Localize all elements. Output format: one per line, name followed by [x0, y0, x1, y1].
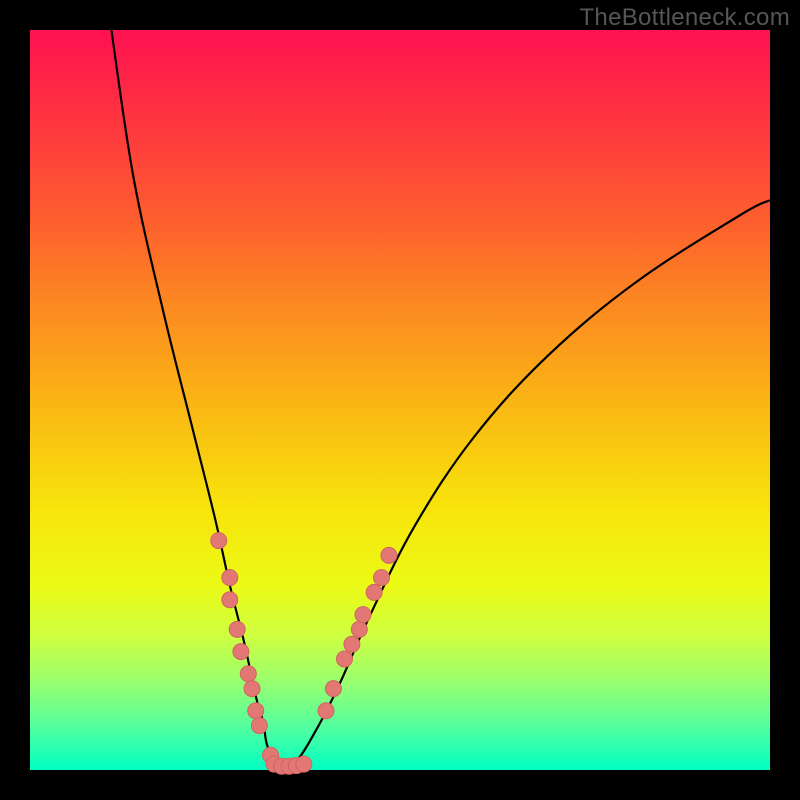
- chart-marker: [325, 681, 341, 697]
- chart-marker: [381, 547, 397, 563]
- chart-marker: [318, 703, 334, 719]
- curve-left: [111, 30, 281, 766]
- curve-right: [282, 200, 770, 766]
- chart-marker: [222, 592, 238, 608]
- chart-marker: [374, 570, 390, 586]
- chart-marker: [366, 584, 382, 600]
- chart-marker: [233, 644, 249, 660]
- chart-markers: [211, 533, 397, 775]
- chart-marker: [248, 703, 264, 719]
- chart-marker: [244, 681, 260, 697]
- watermark-text: TheBottleneck.com: [579, 4, 790, 32]
- plot-area: [30, 30, 770, 770]
- chart-marker: [222, 570, 238, 586]
- chart-marker: [240, 666, 256, 682]
- chart-marker: [229, 621, 245, 637]
- chart-marker: [351, 621, 367, 637]
- chart-marker: [344, 636, 360, 652]
- chart-marker: [337, 651, 353, 667]
- stage: TheBottleneck.com: [0, 0, 800, 800]
- chart-svg: [30, 30, 770, 770]
- chart-marker: [296, 756, 312, 772]
- chart-marker: [355, 607, 371, 623]
- chart-marker: [251, 718, 267, 734]
- chart-marker: [211, 533, 227, 549]
